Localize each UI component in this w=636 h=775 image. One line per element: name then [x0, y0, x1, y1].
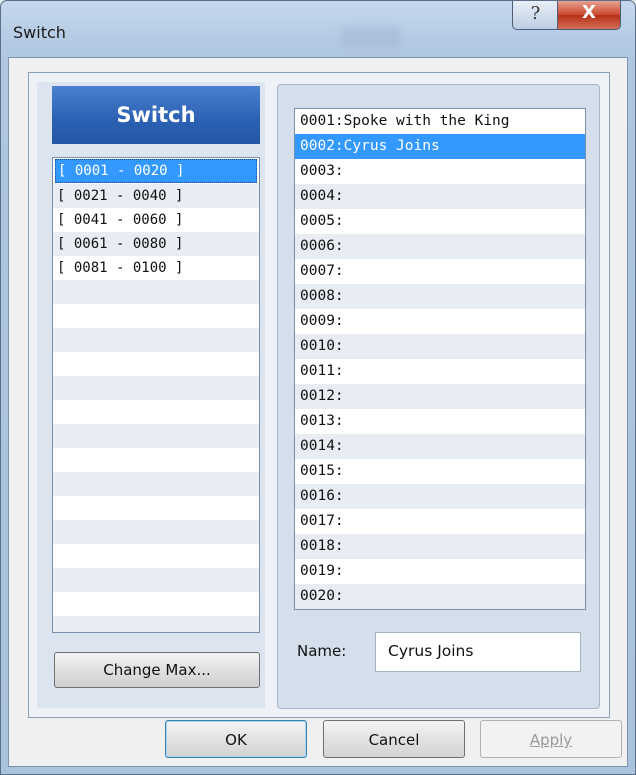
switch-list-item[interactable]: 0008: [295, 284, 585, 309]
help-button[interactable]: ? [512, 1, 559, 30]
range-list-item[interactable] [53, 472, 259, 496]
switch-list-item[interactable]: 0002:Cyrus Joins [295, 134, 585, 159]
switch-list-item[interactable]: 0018: [295, 534, 585, 559]
switch-list-item[interactable]: 0012: [295, 384, 585, 409]
apply-label: Apply [529, 731, 573, 749]
switch-list-item[interactable]: 0017: [295, 509, 585, 534]
range-list-item[interactable] [53, 424, 259, 448]
switch-list-item[interactable]: 0003: [295, 159, 585, 184]
name-label: Name: [297, 642, 347, 660]
range-list-item[interactable]: [ 0021 - 0040 ] [53, 184, 259, 208]
switch-list-item[interactable]: 0009: [295, 309, 585, 334]
range-list-item[interactable] [53, 544, 259, 568]
range-list-item[interactable] [53, 352, 259, 376]
switch-list[interactable]: 0001:Spoke with the King 0002:Cyrus Joins… [294, 108, 586, 610]
range-list-item[interactable] [53, 280, 259, 304]
range-list-item[interactable] [53, 400, 259, 424]
range-list-item[interactable] [53, 568, 259, 592]
range-list-item[interactable] [53, 376, 259, 400]
background-blur [341, 27, 401, 47]
switch-list-item[interactable]: 0014: [295, 434, 585, 459]
panel-header: Switch [52, 86, 260, 144]
help-icon: ? [530, 3, 541, 24]
switch-list-item[interactable]: 0007: [295, 259, 585, 284]
switch-list-item[interactable]: 0013: [295, 409, 585, 434]
range-list-item[interactable] [53, 520, 259, 544]
switch-list-item[interactable]: 0019: [295, 559, 585, 584]
name-input[interactable]: Cyrus Joins [375, 632, 581, 672]
range-list-item[interactable] [53, 496, 259, 520]
close-button[interactable]: X [557, 1, 621, 30]
range-list-item[interactable]: [ 0001 - 0020 ] [55, 159, 257, 183]
switch-list-item[interactable]: 0020: [295, 584, 585, 609]
switch-list-item[interactable]: 0004: [295, 184, 585, 209]
title-bar[interactable]: Switch ? X [1, 1, 635, 59]
range-list-item[interactable] [53, 592, 259, 616]
window-title: Switch [13, 23, 66, 42]
switch-list-item[interactable]: 0011: [295, 359, 585, 384]
range-list[interactable]: [ 0001 - 0020 ][ 0021 - 0040 ][ 0041 - 0… [52, 157, 260, 633]
range-list-item[interactable] [53, 448, 259, 472]
switch-list-item[interactable]: 0010: [295, 334, 585, 359]
range-list-item[interactable] [53, 616, 259, 632]
range-list-item[interactable]: [ 0081 - 0100 ] [53, 256, 259, 280]
switch-list-item[interactable]: 0005: [295, 209, 585, 234]
range-list-item[interactable]: [ 0041 - 0060 ] [53, 208, 259, 232]
range-list-item[interactable]: [ 0061 - 0080 ] [53, 232, 259, 256]
ok-button[interactable]: OK [165, 720, 307, 758]
range-list-item[interactable] [53, 304, 259, 328]
switch-list-item[interactable]: 0015: [295, 459, 585, 484]
cancel-button[interactable]: Cancel [323, 720, 465, 758]
close-icon: X [582, 2, 596, 23]
range-list-item[interactable] [53, 328, 259, 352]
switch-list-item[interactable]: 0006: [295, 234, 585, 259]
switch-list-item[interactable]: 0001:Spoke with the King [295, 109, 585, 134]
switch-list-item[interactable]: 0016: [295, 484, 585, 509]
change-max-button[interactable]: Change Max... [54, 652, 260, 688]
apply-button[interactable]: Apply [480, 720, 622, 758]
